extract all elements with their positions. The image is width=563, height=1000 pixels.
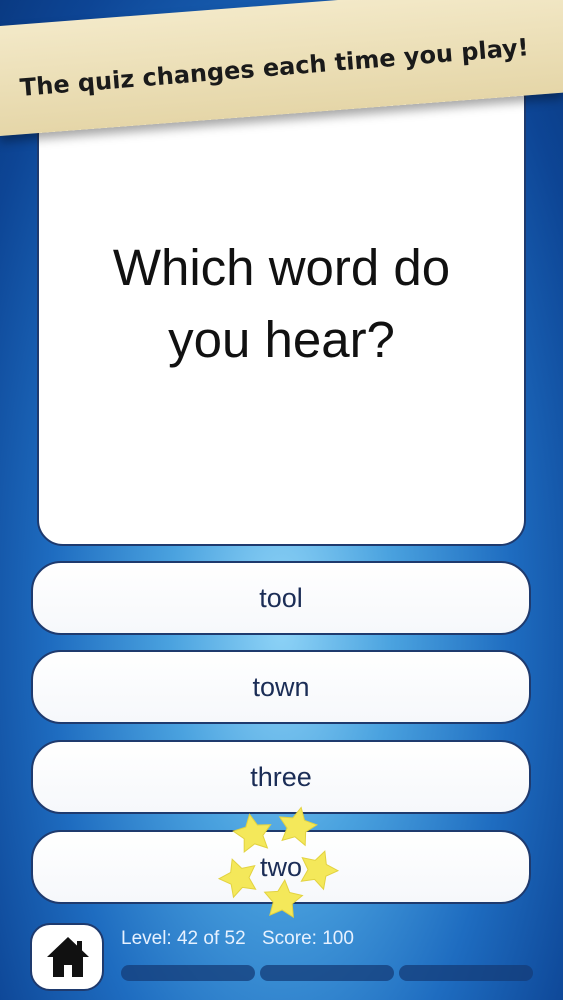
answer-button-three[interactable]: three [31, 740, 531, 814]
progress-segment [121, 965, 255, 981]
answer-button-town[interactable]: town [31, 650, 531, 724]
home-button[interactable] [30, 923, 104, 991]
level-progress-bar [121, 965, 533, 981]
home-icon [47, 937, 89, 977]
answer-button-two[interactable]: two [31, 830, 531, 904]
progress-segment [399, 965, 533, 981]
level-indicator: Level: 42 of 52 [121, 928, 246, 949]
question-text: Which word do you hear? [112, 239, 451, 368]
answer-button-tool[interactable]: tool [31, 561, 531, 635]
question-card: Which word do you hear? [37, 90, 526, 546]
score-indicator: Score: 100 [262, 928, 354, 949]
progress-segment [260, 965, 394, 981]
